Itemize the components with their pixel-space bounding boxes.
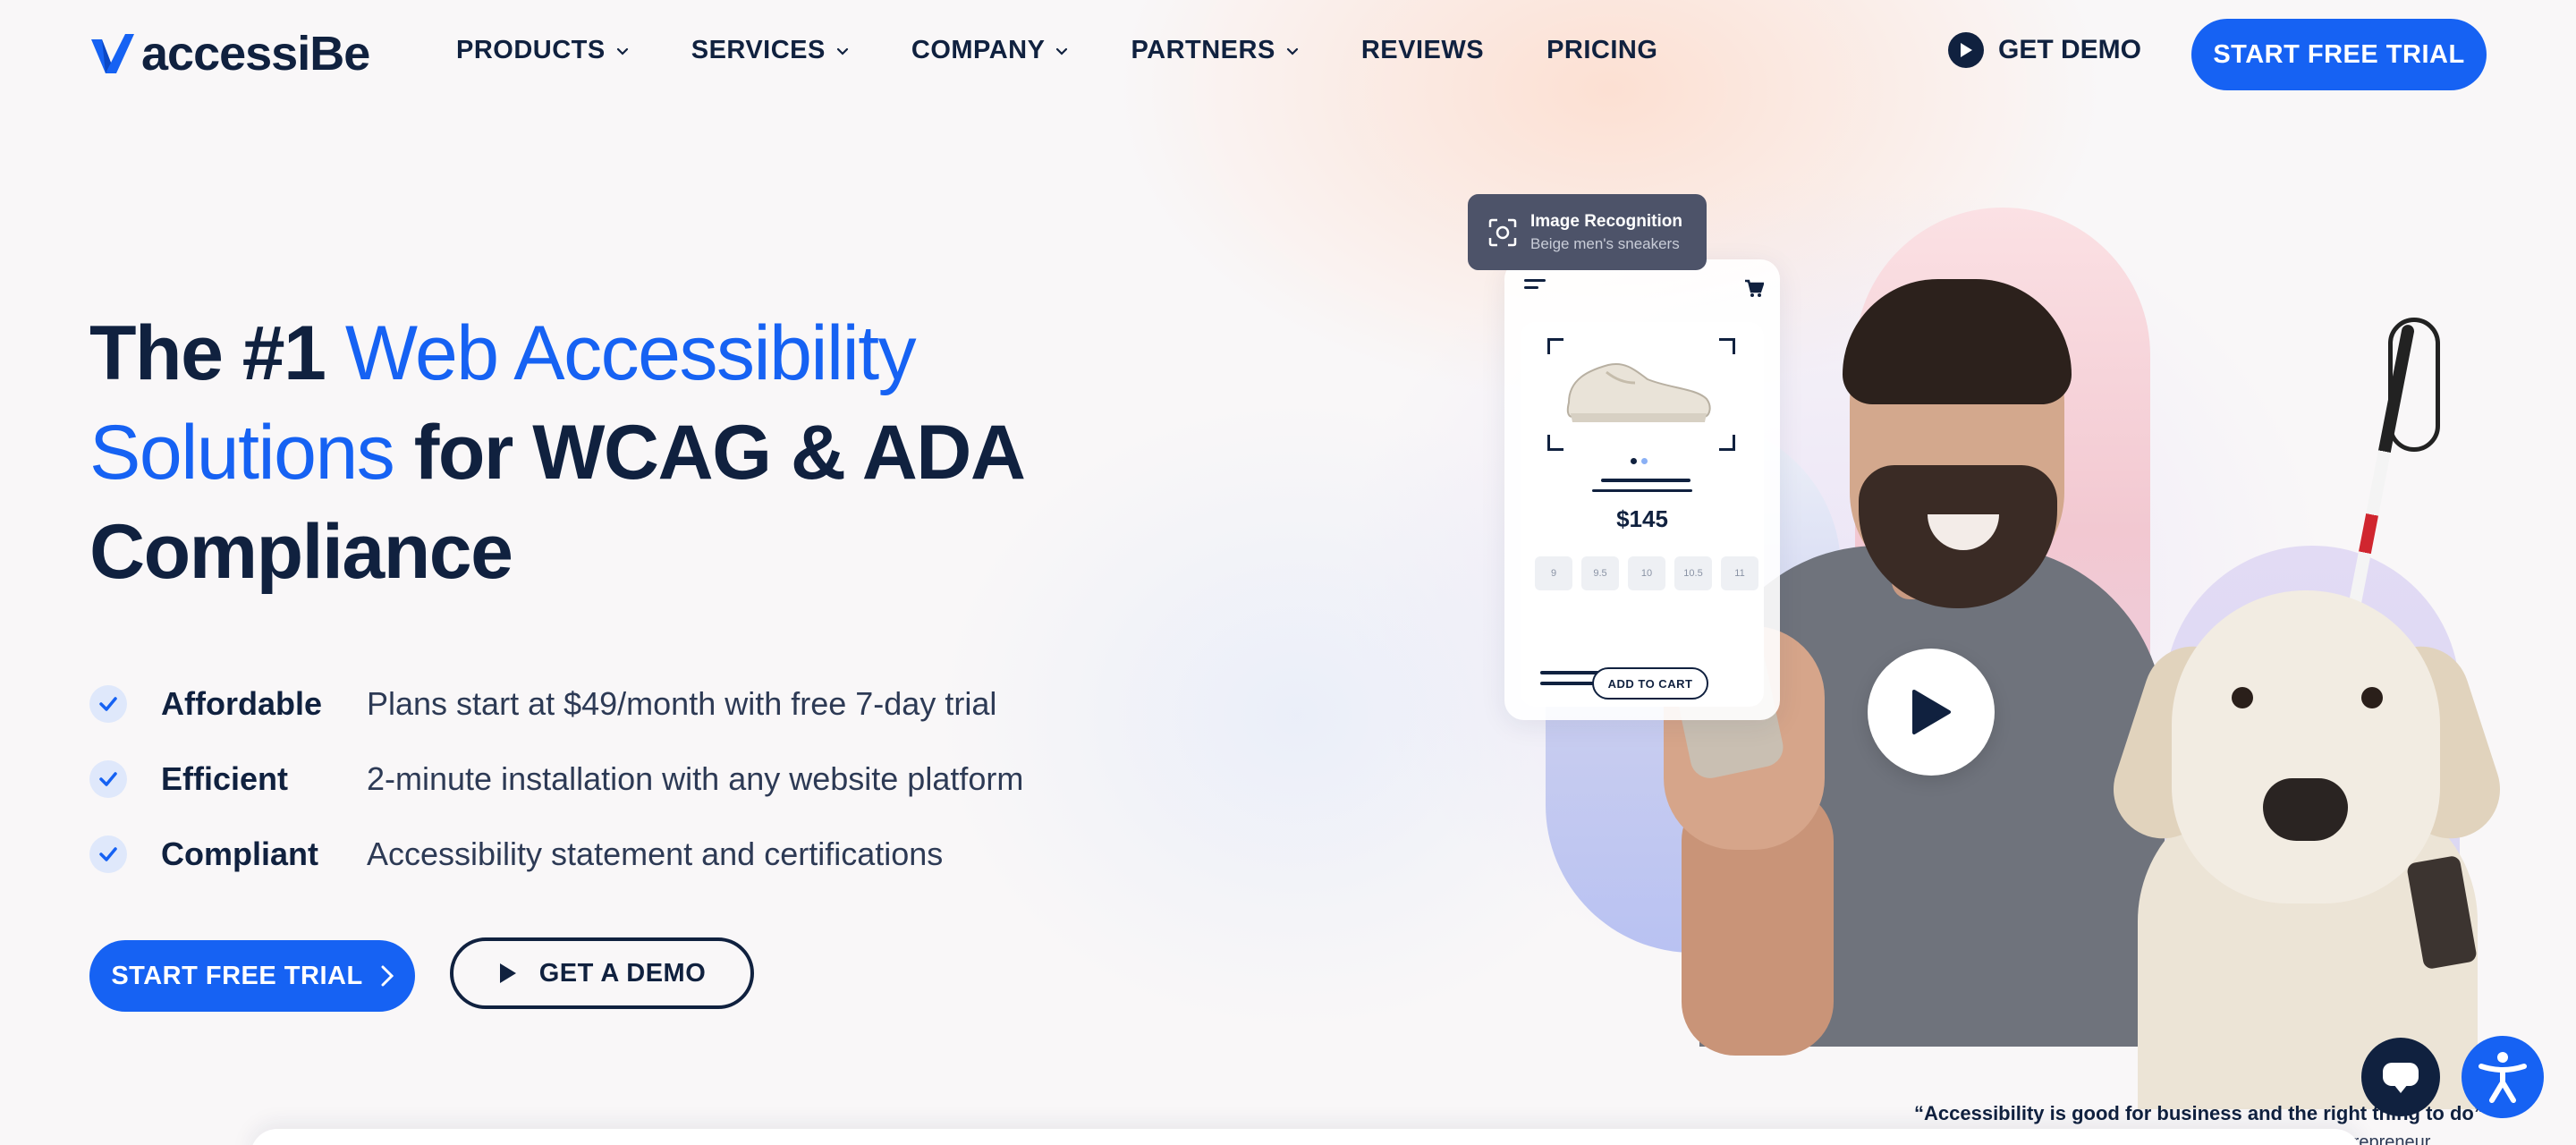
check-icon <box>89 835 127 873</box>
size-option[interactable]: 9.5 <box>1581 556 1619 590</box>
play-icon <box>499 963 516 983</box>
play-video-button[interactable] <box>1868 649 1995 776</box>
nav-item-company[interactable]: COMPANY <box>911 36 1069 65</box>
feature-item: Efficient 2-minute installation with any… <box>89 742 1023 817</box>
image-recognition-tooltip: Image Recognition Beige men's sneakers <box>1468 194 1707 270</box>
brand-name: accessiBe <box>141 27 370 81</box>
image-recognition-title: Image Recognition <box>1530 211 1682 231</box>
feature-item: Compliant Accessibility statement and ce… <box>89 817 1023 892</box>
chevron-down-icon <box>1286 47 1298 55</box>
get-demo-label: GET DEMO <box>1998 35 2142 64</box>
check-icon <box>89 760 127 798</box>
feature-name: Efficient <box>161 760 289 797</box>
hero-title: The #1 Web Accessibility Solutions for W… <box>89 304 1163 602</box>
play-icon <box>1948 32 1984 68</box>
accessibility-person-icon <box>2479 1052 2527 1103</box>
get-demo-nav-link[interactable]: GET DEMO <box>1948 32 2141 68</box>
start-free-trial-nav-button[interactable]: START FREE TRIAL <box>2191 19 2487 90</box>
check-icon <box>89 685 127 723</box>
size-option[interactable]: 10.5 <box>1674 556 1712 590</box>
nav-item-label: SERVICES <box>691 36 826 64</box>
size-option[interactable]: 9 <box>1535 556 1572 590</box>
get-a-demo-label: GET A DEMO <box>538 958 707 988</box>
nav-item-pricing[interactable]: PRICING <box>1546 36 1657 65</box>
nav-item-partners[interactable]: PARTNERS <box>1131 36 1298 65</box>
chevron-down-icon <box>1056 47 1068 55</box>
chevron-down-icon <box>616 47 628 55</box>
start-free-trial-label: START FREE TRIAL <box>111 961 363 990</box>
main-menu: PRODUCTS SERVICES COMPANY PARTNERS REVIEWS PR… <box>456 36 1720 65</box>
chat-icon <box>2383 1063 2419 1093</box>
chevron-down-icon <box>836 47 848 55</box>
cart-icon <box>1745 279 1764 297</box>
feature-list: Affordable Plans start at $49/month with… <box>89 666 1023 892</box>
accessibe-logo-icon <box>91 34 134 73</box>
top-navigation: accessiBe PRODUCTS SERVICES COMPANY PARTNER… <box>0 0 2576 107</box>
feature-description: 2-minute installation with any website p… <box>367 760 1024 797</box>
play-icon <box>1912 690 1951 734</box>
size-option[interactable]: 11 <box>1721 556 1758 590</box>
carousel-dots <box>1631 458 1648 464</box>
nav-item-label: PRICING <box>1546 36 1658 64</box>
accessibe-logo[interactable]: accessiBe <box>89 27 370 81</box>
nav-item-label: COMPANY <box>911 36 1046 64</box>
product-phone-mockup: $145 9 9.5 10 10.5 11 <box>1504 259 1780 720</box>
nav-item-reviews[interactable]: REVIEWS <box>1361 36 1484 65</box>
next-section-card <box>250 1129 2361 1145</box>
add-to-cart-button[interactable]: ADD TO CART <box>1592 667 1708 700</box>
nav-item-label: PRODUCTS <box>456 36 606 64</box>
get-a-demo-button[interactable]: GET A DEMO <box>450 937 754 1009</box>
product-price: $145 <box>1616 505 1668 532</box>
sneaker-image <box>1566 363 1711 422</box>
feature-name: Compliant <box>161 835 318 872</box>
menu-icon <box>1524 279 1546 293</box>
feature-description: Accessibility statement and certificatio… <box>367 835 944 872</box>
image-recognition-caption: Beige men's sneakers <box>1530 234 1680 252</box>
chat-widget-button[interactable] <box>2361 1038 2440 1116</box>
nav-item-services[interactable]: SERVICES <box>691 36 849 65</box>
nav-item-label: REVIEWS <box>1360 36 1485 64</box>
product-card: $145 9 9.5 10 10.5 11 <box>1521 322 1764 707</box>
accessibility-menu-button[interactable] <box>2462 1036 2544 1118</box>
feature-name: Affordable <box>161 685 322 722</box>
size-option[interactable]: 10 <box>1628 556 1665 590</box>
start-free-trial-button[interactable]: START FREE TRIAL <box>89 940 415 1012</box>
nav-item-label: PARTNERS <box>1131 36 1275 64</box>
feature-description: Plans start at $49/month with free 7-day… <box>367 685 997 722</box>
nav-item-products[interactable]: PRODUCTS <box>456 36 629 65</box>
scan-icon <box>1488 218 1517 246</box>
size-options: 9 9.5 10 10.5 11 <box>1535 556 1758 590</box>
chevron-right-icon <box>381 965 394 987</box>
hero-title-part1: The #1 <box>89 310 345 396</box>
feature-item: Affordable Plans start at $49/month with… <box>89 666 1023 742</box>
